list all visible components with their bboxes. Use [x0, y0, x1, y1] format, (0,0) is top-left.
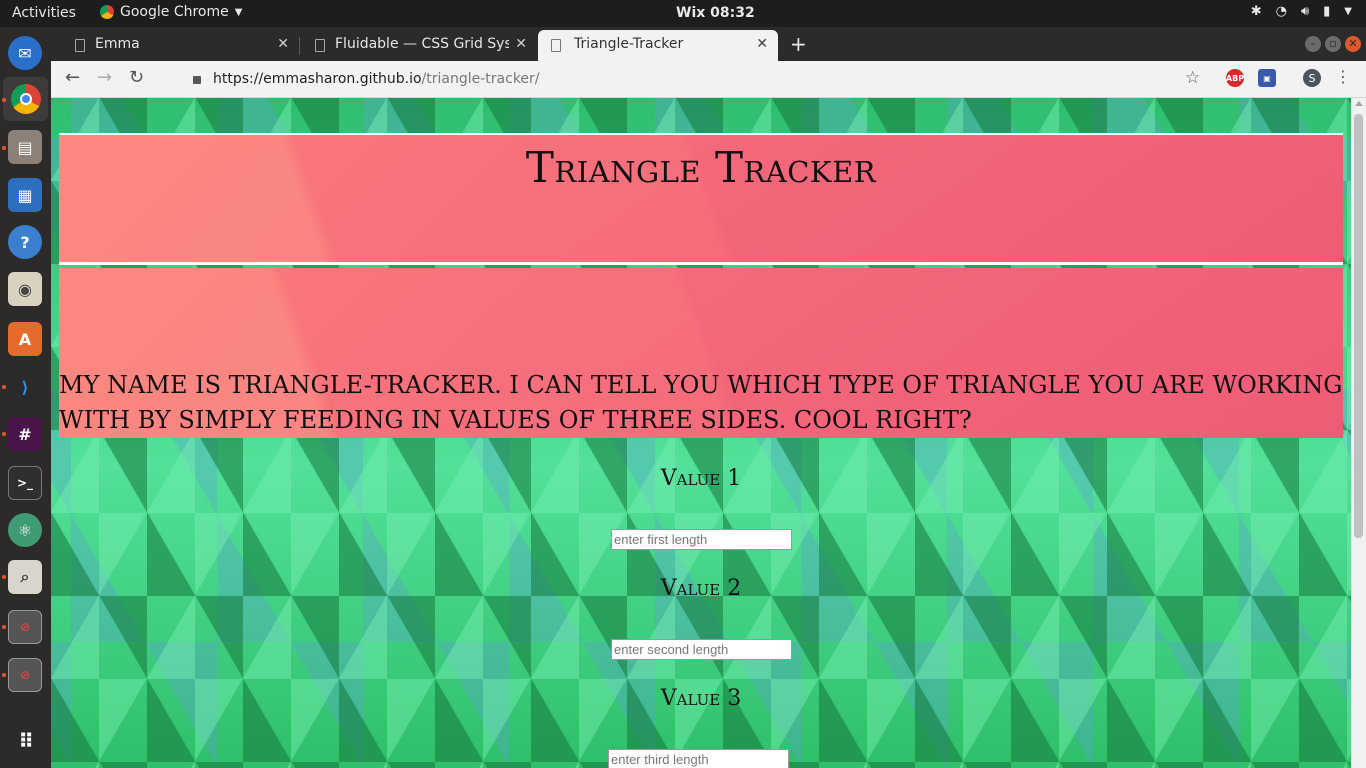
extension-icon[interactable]: ▣ [1258, 69, 1276, 87]
tab-emma[interactable]: Emma ✕ [51, 30, 299, 61]
vscode-icon[interactable]: ⟩ [8, 370, 42, 404]
close-icon[interactable]: ✕ [277, 36, 289, 52]
running-indicator [2, 146, 6, 150]
running-indicator [2, 575, 6, 579]
battery-icon: ▮ [1323, 4, 1331, 19]
app-menu-label: Google Chrome [120, 4, 229, 20]
scrollbar-thumb[interactable] [1354, 114, 1363, 538]
back-button[interactable]: ← [65, 67, 80, 88]
close-window-button[interactable]: ✕ [1345, 36, 1361, 52]
tab-title: Triangle-Tracker [574, 36, 684, 52]
tab-fluidable[interactable]: Fluidable — CSS Grid Syst ✕ [291, 30, 537, 61]
app-menu[interactable]: Google Chrome ▼ [100, 4, 242, 20]
chevron-down-icon: ▼ [234, 6, 243, 18]
value-3-label: Value 3 [660, 686, 742, 711]
writer-icon[interactable]: ▦ [8, 178, 42, 212]
activities-button[interactable]: Activities [12, 5, 76, 21]
profile-avatar[interactable]: S [1303, 69, 1321, 87]
bookmark-star-icon[interactable]: ☆ [1185, 68, 1200, 88]
system-tray[interactable]: ✱ ◔ 🔊︎ ▮ ▼ [1251, 4, 1352, 19]
running-indicator [2, 432, 6, 436]
reload-button[interactable]: ↻ [129, 67, 144, 88]
tab-title: Fluidable — CSS Grid Syst [335, 36, 518, 52]
drive-icon[interactable]: ⊘ [8, 610, 42, 644]
page-viewport: Triangle Tracker My name is Triangle-Tra… [51, 98, 1351, 768]
page-icon [551, 39, 561, 52]
running-indicator [2, 673, 6, 677]
tab-triangle-tracker[interactable]: Triangle-Tracker ✕ [538, 30, 778, 61]
maximize-button[interactable]: ▫ [1325, 36, 1341, 52]
second-length-input[interactable] [611, 639, 792, 660]
slack-icon[interactable]: # [8, 417, 42, 451]
close-icon[interactable]: ✕ [756, 36, 768, 52]
minimize-button[interactable]: – [1305, 36, 1321, 52]
volume-icon: 🔊︎ [1300, 4, 1310, 19]
third-length-input[interactable] [608, 749, 789, 768]
speaker-icon[interactable]: ◉ [8, 272, 42, 306]
files-icon[interactable]: ▤ [8, 130, 42, 164]
url-host: https://emmasharon.github.io [213, 71, 422, 87]
lock-icon [193, 76, 201, 84]
screenshot-icon[interactable]: ⌕ [8, 560, 42, 594]
page-scrollbar[interactable] [1351, 98, 1366, 768]
clock[interactable]: Wix 08:32 [676, 5, 755, 21]
thunderbird-icon[interactable]: ✉ [8, 36, 42, 70]
page-icon [75, 39, 85, 52]
running-indicator [2, 385, 6, 389]
running-indicator [2, 98, 6, 102]
browser-toolbar: ← → ↻ https://emmasharon.github.io/trian… [51, 61, 1366, 98]
forward-button[interactable]: → [97, 67, 112, 88]
close-icon[interactable]: ✕ [509, 36, 527, 52]
drive-icon[interactable]: ⊘ [8, 658, 42, 692]
address-bar[interactable]: https://emmasharon.github.io/triangle-tr… [177, 65, 1207, 93]
new-tab-button[interactable]: + [790, 32, 807, 56]
running-indicator [2, 625, 6, 629]
software-icon[interactable]: A [8, 322, 42, 356]
dock: ✉ ▤ ▦ ? ◉ A ⟩ # >_ ⚛ ⌕ ⊘ ⊘ ⠿ [0, 27, 51, 768]
tab-strip: Emma ✕ Fluidable — CSS Grid Syst ✕ Trian… [51, 27, 1366, 61]
page-title: Triangle Tracker [525, 143, 877, 192]
chevron-down-icon[interactable]: ▼ [1344, 6, 1352, 17]
system-top-bar: Activities Google Chrome ▼ Wix 08:32 ✱ ◔… [0, 0, 1366, 27]
value-2-label: Value 2 [660, 576, 742, 601]
chrome-small-icon [100, 5, 114, 19]
wifi-icon: ◔ [1275, 4, 1287, 19]
first-length-input[interactable] [611, 529, 792, 550]
header-banner: Triangle Tracker [59, 133, 1343, 265]
atom-icon[interactable]: ⚛ [8, 513, 42, 547]
tab-title: Emma [95, 36, 140, 52]
value-1-label: Value 1 [660, 466, 742, 491]
apps-grid-icon[interactable]: ⠿ [8, 724, 42, 758]
scroll-up-arrow-icon[interactable] [1355, 101, 1363, 106]
intro-banner: My name is Triangle-Tracker. I can tell … [59, 268, 1343, 438]
menu-icon[interactable]: ⋮ [1335, 67, 1351, 86]
chrome-icon[interactable] [3, 77, 48, 121]
terminal-icon[interactable]: >_ [8, 466, 42, 500]
page-icon [315, 39, 325, 52]
url-path: /triangle-tracker/ [421, 71, 540, 87]
slack-tray-icon[interactable]: ✱ [1251, 4, 1262, 19]
adblock-plus-icon[interactable]: ABP [1226, 69, 1244, 87]
help-icon[interactable]: ? [8, 225, 42, 259]
intro-text: My name is Triangle-Tracker. I can tell … [59, 371, 1343, 434]
